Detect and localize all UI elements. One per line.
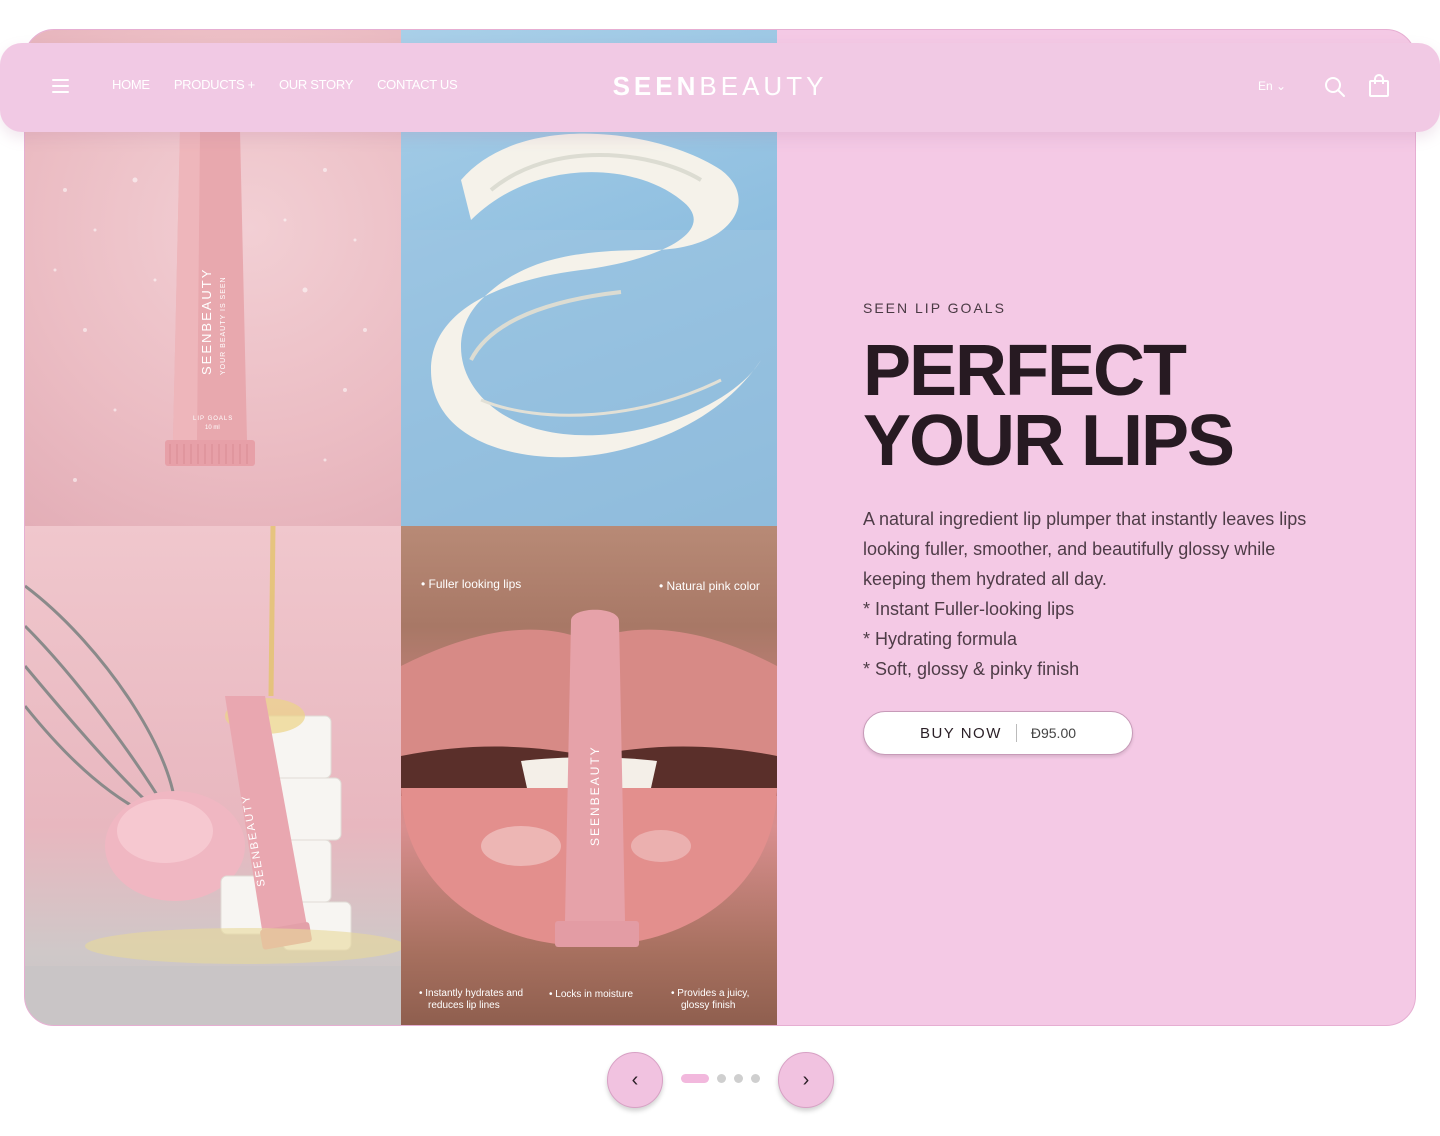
- slider-pagination: [681, 1074, 760, 1083]
- image-lips-tube: SEENBEAUTY • Fuller looking lips • Natur…: [401, 526, 777, 1025]
- tube-size-text: 10 ml: [205, 425, 220, 431]
- lips-tile-brand-text: SEENBEAUTY: [588, 745, 602, 846]
- price-label: Ð95.00: [1030, 725, 1077, 741]
- callout-hydrates-line2: reduces lip lines: [428, 1000, 500, 1011]
- tube-brand-text: SEENBEAUTY: [199, 268, 214, 375]
- hero-description: A natural ingredient lip plumper that in…: [863, 509, 1307, 589]
- site-header: HOME PRODUCTS + OUR STORY CONTACT US SEE…: [0, 43, 1440, 132]
- benefit-item: * Instant Fuller-looking lips: [863, 599, 1075, 619]
- hero-headline: PERFECT YOUR LIPS: [863, 331, 1343, 481]
- slider-prev-button[interactable]: ‹: [607, 1052, 663, 1108]
- search-icon[interactable]: [1323, 75, 1347, 99]
- chevron-right-icon: ›: [802, 1068, 810, 1091]
- callout-fuller-lips: • Fuller looking lips: [421, 577, 521, 591]
- callout-moisture: • Locks in moisture: [549, 989, 634, 1000]
- tube-product-text: LIP GOALS: [193, 416, 233, 422]
- headline-line-2: YOUR LIPS: [863, 401, 1235, 481]
- buy-divider: [1015, 724, 1017, 742]
- benefit-list: * Instant Fuller-looking lips * Hydratin…: [863, 594, 1343, 684]
- product-image-grid: SEENBEAUTY YOUR BEAUTY IS SEEN LIP GOALS…: [25, 30, 777, 1025]
- headline-line-1: PERFECT: [863, 331, 1187, 411]
- buy-now-label: BUY NOW: [919, 724, 1002, 742]
- hero-eyebrow: SEEN LIP GOALS: [863, 300, 1006, 316]
- chevron-left-icon: ‹: [631, 1068, 639, 1091]
- slide-dot-2[interactable]: [717, 1074, 726, 1083]
- callout-glossy: • Provides a juicy,: [671, 988, 749, 999]
- whisk-sugar-illustration: SEENBEAUTY: [25, 526, 401, 1025]
- slide-dot-1[interactable]: [681, 1074, 709, 1083]
- logo-light: BEAUTY: [699, 71, 828, 101]
- tube-tagline-text: YOUR BEAUTY IS SEEN: [220, 276, 227, 375]
- image-whisk-sugar: SEENBEAUTY: [25, 526, 401, 1025]
- shopping-bag-icon[interactable]: [1368, 74, 1390, 98]
- site-logo[interactable]: SEENBEAUTY: [0, 71, 1440, 102]
- lips-illustration: SEENBEAUTY • Fuller looking lips • Natur…: [401, 577, 777, 1011]
- hero-banner: SEENBEAUTY YOUR BEAUTY IS SEEN LIP GOALS…: [24, 29, 1416, 1026]
- callout-hydrates: • Instantly hydrates and: [419, 988, 523, 999]
- slide-dot-3[interactable]: [734, 1074, 743, 1083]
- benefit-item: * Hydrating formula: [863, 629, 1018, 649]
- language-selector[interactable]: En ⌄: [1258, 79, 1286, 93]
- logo-bold: SEEN: [612, 71, 700, 101]
- slide-dot-4[interactable]: [751, 1074, 760, 1083]
- callout-natural-pink: • Natural pink color: [659, 579, 760, 593]
- benefit-item: * Soft, glossy & pinky finish: [863, 659, 1080, 679]
- hero-copy: SEEN LIP GOALS PERFECT YOUR LIPS A natur…: [863, 300, 1343, 684]
- page: SEENBEAUTY YOUR BEAUTY IS SEEN LIP GOALS…: [0, 0, 1440, 1136]
- buy-now-button[interactable]: BUY NOW Ð95.00: [863, 711, 1133, 755]
- slider-next-button[interactable]: ›: [778, 1052, 834, 1108]
- callout-glossy-line2: glossy finish: [681, 1000, 735, 1011]
